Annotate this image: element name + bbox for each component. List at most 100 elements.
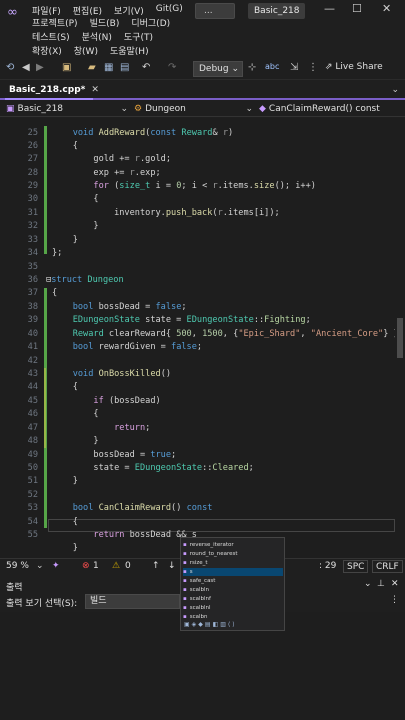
scope-dropdown[interactable]: ⚙ Dungeon ⌄ — [134, 101, 256, 117]
arrow-up-icon[interactable]: ↑ — [152, 561, 160, 571]
open-folder-icon[interactable]: ▰ — [88, 62, 96, 73]
autocomplete-item[interactable]: ▪ scalblnf — [183, 595, 283, 603]
more-icon[interactable]: ⋮ — [390, 595, 399, 605]
menu-tools[interactable]: 도구(T) — [124, 30, 153, 43]
menu-debug[interactable]: 디버그(D) — [131, 16, 170, 29]
menu-help[interactable]: 도움말(H) — [110, 44, 149, 57]
copilot-icon[interactable]: ✦ — [52, 561, 60, 571]
whitespace-mode[interactable]: SPC — [343, 560, 369, 573]
line-number: 51 — [27, 476, 38, 486]
autocomplete-item-label: reverse_iterator — [189, 542, 234, 548]
new-project-icon[interactable]: ▣ — [62, 62, 71, 73]
line-ending-mode[interactable]: CRLF — [372, 560, 403, 573]
menu-extensions[interactable]: 확장(X) — [32, 44, 62, 57]
code-line: bossDead = true; — [52, 450, 177, 460]
autocomplete-item[interactable]: ▪ reverse_iterator — [183, 541, 283, 549]
autocomplete-item-label: scalblnl — [189, 605, 211, 611]
forward-icon[interactable]: ▶ — [36, 62, 44, 73]
autocomplete-item[interactable]: ▪ scalbln — [183, 586, 283, 594]
chevron-down-icon[interactable]: ⌄ — [36, 561, 44, 571]
member-dropdown-value: CanClaimReward() const — [268, 104, 380, 114]
live-share-label: Live Share — [335, 62, 383, 72]
attach-icon[interactable]: ⊹ — [248, 62, 256, 73]
code-line: exp += r.exp; — [52, 168, 161, 178]
type-icon: ▪ — [183, 542, 187, 548]
change-marker — [44, 126, 47, 254]
line-number: 50 — [27, 463, 38, 473]
minimize-icon[interactable]: — — [324, 2, 335, 15]
menu-window[interactable]: 창(W) — [74, 44, 98, 57]
menu-analyze[interactable]: 분석(N) — [82, 30, 112, 43]
spellcheck-icon[interactable]: abc — [265, 62, 279, 71]
sync-icon[interactable]: ⟲ — [6, 62, 14, 73]
close-panel-icon[interactable]: ✕ — [391, 579, 399, 589]
scrollbar-thumb[interactable] — [397, 318, 403, 358]
search-box[interactable]: ... ⌕ — [195, 3, 254, 19]
code-line: bool bossDead = false; — [72, 302, 187, 312]
error-icon[interactable]: ⊗ — [82, 561, 90, 571]
back-icon[interactable]: ◀ — [22, 62, 30, 73]
code-line: { — [52, 194, 99, 204]
line-number: 31 — [27, 208, 38, 218]
code-line: return bossDead && s — [93, 530, 197, 540]
tab-strip: Basic_218.cpp* ✕ ⌄ — [0, 83, 405, 100]
autocomplete-item-selected[interactable]: ▪ s — [183, 568, 283, 576]
warning-icon[interactable]: ⚠ — [112, 561, 120, 571]
tab-basic-218-cpp[interactable]: Basic_218.cpp* ✕ — [5, 83, 99, 100]
configuration-value: Debug — [199, 64, 229, 74]
autocomplete-filter-icons[interactable]: ▣◈◆▤◧▥⟨⟩ — [184, 621, 237, 628]
code-line: if (bossDead) — [93, 396, 161, 406]
menu-project[interactable]: 프로젝트(P) — [32, 16, 78, 29]
code-line: bool CanClaimReward() const — [72, 503, 213, 513]
function-icon: ▪ — [183, 605, 187, 611]
undo-icon[interactable]: ↶ — [142, 62, 150, 73]
project-icon: ▣ — [6, 104, 15, 114]
search-box-label: ... — [204, 6, 213, 16]
arrow-down-icon[interactable]: ↓ — [168, 561, 176, 571]
configuration-dropdown[interactable]: Debug ⌄ — [193, 61, 243, 77]
code-line: for (size_t i = 0; i < r.items.size(); i… — [93, 181, 316, 191]
format-icon[interactable]: ⇲ — [290, 62, 298, 73]
line-number: 54 — [27, 517, 38, 527]
autocomplete-item[interactable]: ▪ rsize_t — [183, 559, 283, 567]
close-tab-icon[interactable]: ✕ — [91, 85, 99, 95]
code-line: } — [52, 235, 78, 245]
project-dropdown[interactable]: ▣ Basic_218 ⌄ — [6, 101, 131, 117]
output-source-label: 출력 보기 선택(S): — [6, 599, 78, 609]
code-line: }; — [52, 248, 63, 258]
code-line: } — [52, 476, 78, 486]
output-source-dropdown[interactable]: 빌드 — [85, 594, 180, 609]
line-number: 45 — [27, 396, 38, 406]
chevron-down-icon[interactable]: ⌄ — [364, 579, 372, 589]
code-line: inventory.push_back(r.items[i]); — [52, 208, 280, 218]
line-number: 40 — [27, 329, 38, 339]
menu-row-4: 확장(X) 창(W) 도움말(H) — [32, 44, 161, 57]
redo-icon[interactable]: ↷ — [168, 62, 176, 73]
close-window-icon[interactable]: ✕ — [382, 2, 391, 15]
vertical-scrollbar[interactable] — [395, 118, 405, 558]
menu-row-3: 테스트(S) 분석(N) 도구(T) — [32, 30, 165, 43]
menu-test[interactable]: 테스트(S) — [32, 30, 70, 43]
menu-build[interactable]: 빌드(B) — [90, 16, 120, 29]
code-editor[interactable]: 25 26 27 28 29 30 31 32 33 34 35 36 37 3… — [0, 118, 395, 558]
chevron-down-icon: ⌄ — [231, 64, 239, 74]
code-line: void OnBossKilled() — [72, 369, 172, 379]
tab-list-chevron-down-icon[interactable]: ⌄ — [391, 85, 399, 95]
line-number: 55 — [27, 530, 38, 540]
visual-studio-logo-icon: ∞ — [7, 5, 18, 20]
maximize-icon[interactable]: ☐ — [352, 2, 362, 15]
more-icon[interactable]: ⋮ — [308, 62, 318, 73]
live-share-button[interactable]: ⇗ Live Share — [325, 62, 383, 72]
pin-icon[interactable]: ⊥ — [377, 579, 385, 589]
save-all-icon[interactable]: ▤ — [120, 62, 129, 73]
zoom-level[interactable]: 59 % — [6, 561, 29, 571]
line-number: 39 — [27, 315, 38, 325]
autocomplete-item[interactable]: ▪ safe_cast — [183, 577, 283, 585]
save-icon[interactable]: ▦ — [104, 62, 113, 73]
autocomplete-item[interactable]: ▪ scalblnl — [183, 604, 283, 612]
member-dropdown[interactable]: ◆ CanClaimReward() const — [259, 101, 405, 117]
code-line: } — [52, 543, 78, 553]
autocomplete-item[interactable]: ▪ round_to_nearest — [183, 550, 283, 558]
error-count: 1 — [93, 561, 99, 571]
autocomplete-item[interactable]: ▪ scalbn — [183, 613, 283, 621]
